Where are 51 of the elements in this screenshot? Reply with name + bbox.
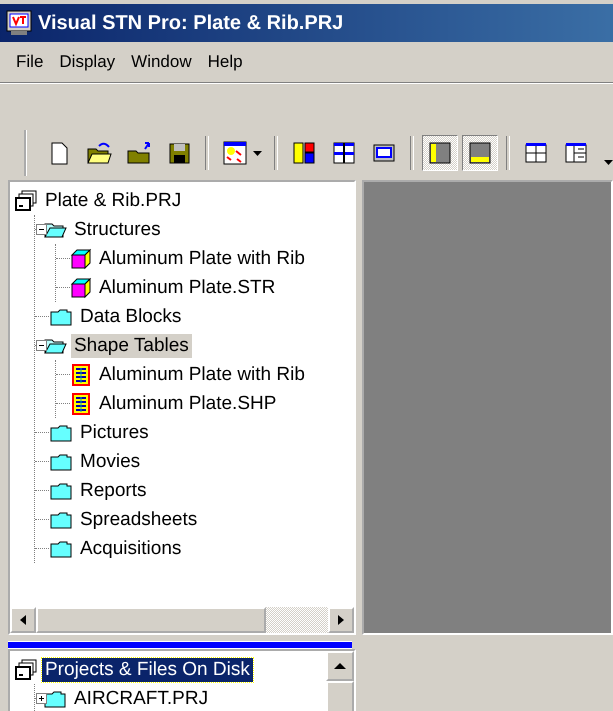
dropdown-caret-icon xyxy=(253,150,262,156)
tree-item[interactable]: Shape Tables xyxy=(71,334,192,358)
table-icon xyxy=(70,392,92,414)
cube-icon xyxy=(70,276,92,298)
menu-item[interactable]: Window xyxy=(125,50,198,74)
folder-icon xyxy=(49,480,73,500)
table-icon xyxy=(70,364,92,386)
tree-item[interactable]: Aluminum Plate with Rib xyxy=(96,246,308,270)
scroll-left-button[interactable] xyxy=(10,607,36,633)
collapse-icon[interactable] xyxy=(36,340,47,351)
tree-item[interactable]: Spreadsheets xyxy=(77,508,200,532)
tree-item[interactable]: Aluminum Plate.SHP xyxy=(96,392,280,416)
tree-item[interactable]: Plate & Rib.PRJ xyxy=(42,188,184,212)
tree-item[interactable]: Structures xyxy=(71,218,164,242)
tree-item[interactable]: Aluminum Plate with Rib xyxy=(96,362,308,386)
project-icon xyxy=(14,190,38,212)
right-arrow-icon xyxy=(338,615,344,625)
left-arrow-icon xyxy=(20,615,26,625)
toolbar-button[interactable] xyxy=(462,135,498,171)
project-icon xyxy=(14,658,38,680)
tree-item[interactable]: Pictures xyxy=(77,420,152,444)
folder-icon xyxy=(49,452,73,472)
scroll-up-button[interactable] xyxy=(326,651,354,681)
menu-item[interactable]: Help xyxy=(202,50,249,74)
menu-item[interactable]: Display xyxy=(53,50,122,74)
app-icon xyxy=(6,10,32,36)
window-title: Visual STN Pro: Plate & Rib.PRJ xyxy=(38,12,344,34)
folder-icon xyxy=(43,688,67,708)
tree-item[interactable]: Aluminum Plate.STR xyxy=(96,276,278,300)
tree-item[interactable]: Reports xyxy=(77,478,150,502)
splitter[interactable] xyxy=(8,641,352,649)
folder-icon xyxy=(49,306,73,326)
scroll-right-button[interactable] xyxy=(328,607,354,633)
palette-icon xyxy=(221,139,249,167)
toolbar-button[interactable] xyxy=(422,135,458,171)
vertical-scrollbar[interactable] xyxy=(326,651,354,711)
expand-icon[interactable] xyxy=(36,693,47,704)
folder-icon xyxy=(49,538,73,558)
folder-icon xyxy=(49,422,73,442)
tree-item[interactable]: Acquisitions xyxy=(77,536,184,560)
horizontal-scrollbar[interactable] xyxy=(10,607,354,633)
tree-item[interactable]: AIRCRAFT.PRJ xyxy=(71,686,212,710)
menu-item[interactable]: File xyxy=(10,50,50,74)
tree-item[interactable]: Data Blocks xyxy=(77,304,184,328)
cube-icon xyxy=(70,248,92,270)
folder-icon xyxy=(49,510,73,530)
overflow-caret-icon[interactable] xyxy=(604,160,613,164)
tree-item[interactable]: Movies xyxy=(77,450,144,474)
up-arrow-icon xyxy=(334,663,346,669)
collapse-icon[interactable] xyxy=(36,224,47,235)
tree-item[interactable]: Projects & Files On Disk xyxy=(42,658,253,682)
